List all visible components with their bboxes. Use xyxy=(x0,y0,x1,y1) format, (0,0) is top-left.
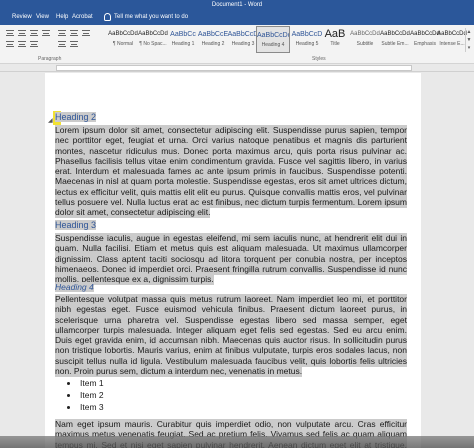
paragraph-group-label: Paragraph xyxy=(38,56,62,62)
paragraph-2[interactable]: Suspendisse iaculis, augue in egestas el… xyxy=(55,233,407,286)
style-heading-2[interactable]: AaBbCcE Heading 2 xyxy=(196,26,230,53)
sort-icon[interactable] xyxy=(58,41,66,47)
style-label: Heading 1 xyxy=(171,41,195,47)
align-center-icon[interactable] xyxy=(18,30,26,36)
heading-2[interactable]: Heading 2 xyxy=(55,111,97,123)
list-item-text: Item 2 xyxy=(80,389,104,400)
lightbulb-icon xyxy=(104,13,111,21)
tell-me-text: Tell me what you want to do xyxy=(114,14,189,20)
show-marks-icon[interactable] xyxy=(70,41,78,47)
style-preview: AaBbCcDd xyxy=(437,31,467,37)
style-preview: AaBbCcDd xyxy=(108,31,138,37)
title-bar: Document1 - Word xyxy=(0,0,474,11)
style-preview: AaBbCcD xyxy=(227,31,259,38)
style-label: Subtitle xyxy=(356,41,374,47)
style-no-spacing[interactable]: AaBbCcDd ¶ No Spac... xyxy=(136,26,170,53)
gallery-scroll[interactable]: ▲ ▼ ▾ xyxy=(465,28,472,52)
style-label: Heading 3 xyxy=(231,41,255,47)
bottom-overlay xyxy=(0,436,474,448)
paragraph-1[interactable]: Lorem ipsum dolor sit amet, consectetur … xyxy=(55,125,407,219)
style-preview: AaBbCcDd xyxy=(380,31,410,37)
ruler-strip xyxy=(56,65,412,71)
list-item-text: Item 1 xyxy=(80,377,104,388)
style-label: Intense E... xyxy=(439,41,465,47)
style-preview: AaBbCc xyxy=(170,31,196,38)
styles-gallery: AaBbCcDd ¶ Normal AaBbCcDd ¶ No Spac... … xyxy=(106,26,468,54)
tab-acrobat[interactable]: Acrobat xyxy=(72,14,93,20)
paragraph-1-text: Lorem ipsum dolor sit amet, consectetur … xyxy=(55,125,407,219)
list-item[interactable]: Item 3 xyxy=(67,401,104,413)
style-heading-4[interactable]: AaBbCcDd Heading 4 xyxy=(256,26,290,53)
style-label: ¶ No Spac... xyxy=(139,41,167,47)
bullet-icon xyxy=(67,393,70,397)
more-styles-icon[interactable]: ▾ xyxy=(466,44,472,52)
tell-me-search[interactable]: Tell me what you want to do xyxy=(104,13,188,21)
word-window: Document1 - Word Review View Help Acroba… xyxy=(0,0,474,448)
tab-view[interactable]: View xyxy=(36,14,49,20)
list-item-text: Item 3 xyxy=(80,401,104,412)
style-preview: AaBbCcE xyxy=(197,31,229,38)
style-subtitle[interactable]: AaBbCcDd Subtitle xyxy=(348,26,382,53)
style-heading-1[interactable]: AaBbCc Heading 1 xyxy=(166,26,200,53)
bullet-list[interactable]: Item 1 Item 2 Item 3 xyxy=(67,377,104,413)
bullet-icon xyxy=(67,381,70,385)
align-left-icon[interactable] xyxy=(6,30,14,36)
tab-review[interactable]: Review xyxy=(12,14,32,20)
style-preview: AaBbCcDd xyxy=(138,31,168,37)
style-heading-3[interactable]: AaBbCcD Heading 3 xyxy=(226,26,260,53)
style-normal[interactable]: AaBbCcDd ¶ Normal xyxy=(106,26,140,53)
style-label: Heading 4 xyxy=(261,42,285,48)
heading-4[interactable]: Heading 4 xyxy=(55,281,94,293)
style-label: Subtle Em... xyxy=(381,41,409,47)
paragraph-3-text: Pellentesque volutpat massa quis metus r… xyxy=(55,294,407,378)
style-preview: AaB xyxy=(324,28,346,40)
style-preview: AaBbCcDd xyxy=(257,32,290,39)
borders-icon[interactable] xyxy=(30,41,38,47)
ribbon-tabs: Review View Help Acrobat Tell me what yo… xyxy=(0,11,474,25)
bullet-icon xyxy=(67,405,70,409)
chevron-up-icon[interactable]: ▲ xyxy=(466,28,472,36)
style-label: Title xyxy=(330,41,340,47)
home-ribbon: AaBbCcDd ¶ Normal AaBbCcDd ¶ No Spac... … xyxy=(0,25,474,64)
style-subtle-emphasis[interactable]: AaBbCcDd Subtle Em... xyxy=(378,26,412,53)
chevron-down-icon[interactable]: ▼ xyxy=(466,36,472,44)
tab-help[interactable]: Help xyxy=(56,14,68,20)
heading-3-text: Heading 3 xyxy=(55,220,97,230)
bullets-icon[interactable] xyxy=(58,30,66,36)
horizontal-ruler[interactable] xyxy=(0,64,474,72)
style-title[interactable]: AaB Title xyxy=(318,26,352,53)
shading-icon[interactable] xyxy=(18,41,26,47)
style-preview: AaBbCcDd xyxy=(350,31,380,37)
heading-3[interactable]: Heading 3 xyxy=(55,219,97,231)
style-label: Heading 2 xyxy=(201,41,225,47)
numbering-icon[interactable] xyxy=(70,30,78,36)
multilevel-list-icon[interactable] xyxy=(82,30,90,36)
heading-4-text: Heading 4 xyxy=(55,282,94,292)
heading-2-text: Heading 2 xyxy=(55,112,97,122)
paragraph-2-text: Suspendisse iaculis, augue in egestas el… xyxy=(55,233,407,286)
list-item[interactable]: Item 2 xyxy=(67,389,104,401)
style-label: ¶ Normal xyxy=(112,41,134,47)
styles-group-label: Styles xyxy=(312,56,326,62)
window-title: Document1 - Word xyxy=(211,2,263,8)
collapse-heading-icon[interactable]: ◢ xyxy=(48,117,53,124)
line-spacing-icon[interactable] xyxy=(6,41,14,47)
style-intense-emphasis[interactable]: AaBbCcDd Intense E... xyxy=(436,26,468,53)
list-item[interactable]: Item 1 xyxy=(67,377,104,389)
document-page[interactable]: ◢ Heading 2 Lorem ipsum dolor sit amet, … xyxy=(45,73,421,448)
justify-icon[interactable] xyxy=(42,30,50,36)
align-right-icon[interactable] xyxy=(30,30,38,36)
paragraph-3[interactable]: Pellentesque volutpat massa quis metus r… xyxy=(55,294,407,378)
